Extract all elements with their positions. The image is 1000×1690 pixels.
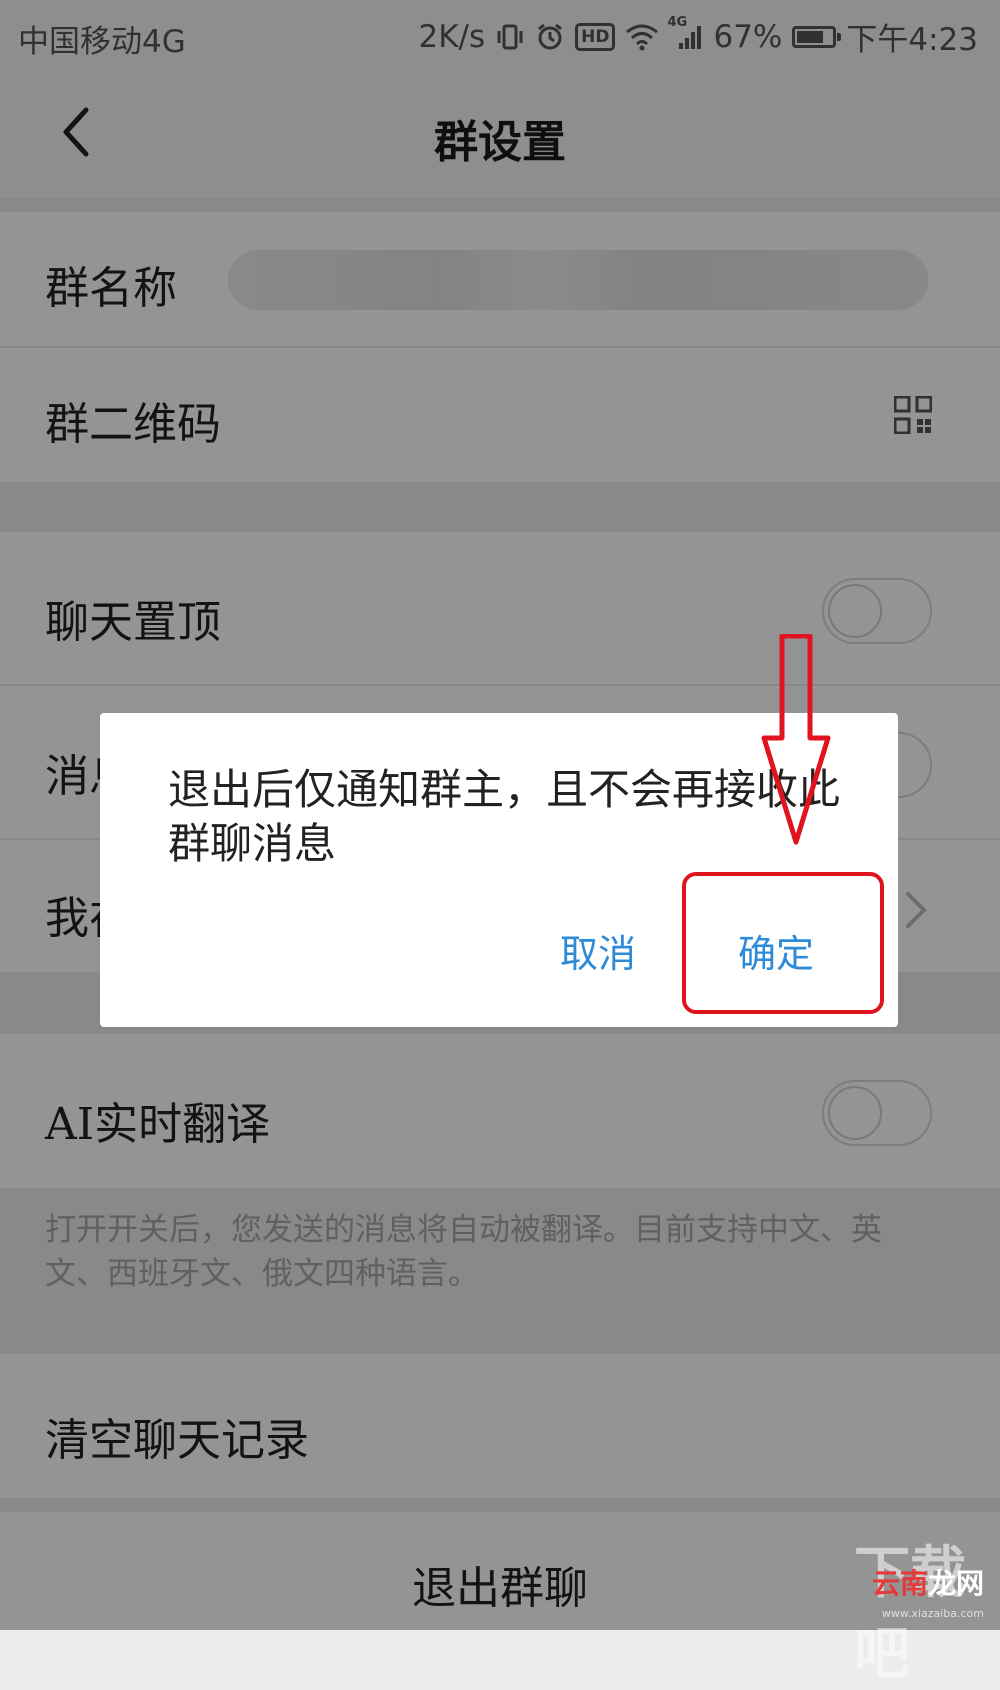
annotation-highlight-box (682, 872, 884, 1014)
dialog-message: 退出后仅通知群主，且不会再接收此群聊消息 (168, 765, 841, 868)
watermark-small-b: 龙网 (927, 1567, 984, 1600)
watermark-logo: 下载吧 云南龙网 www.xiazaiba.com (854, 1528, 994, 1687)
watermark-small-a: 云南 (871, 1567, 928, 1600)
cancel-button[interactable]: 取消 (560, 923, 636, 978)
watermark-url: www.xiazaiba.com (881, 1607, 984, 1620)
annotation-arrow-icon (761, 634, 831, 845)
watermark-small-text: 云南龙网 (872, 1562, 984, 1602)
